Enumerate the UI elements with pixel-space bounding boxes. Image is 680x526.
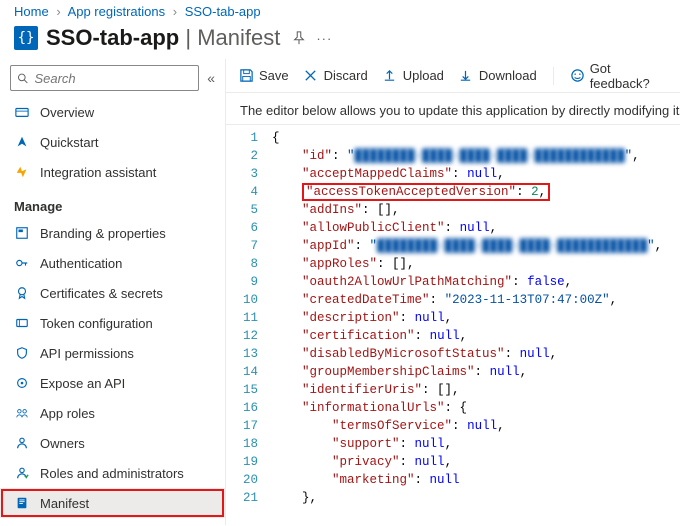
apiperm-icon xyxy=(14,345,30,361)
toolbar-label: Save xyxy=(259,68,289,83)
sidebar-item-label: Certificates & secrets xyxy=(40,286,163,301)
page-subtitle: | xyxy=(179,25,197,51)
sidebar-item-quickstart[interactable]: Quickstart xyxy=(0,127,225,157)
sidebar-item-overview[interactable]: Overview xyxy=(0,97,225,127)
branding-icon xyxy=(14,225,30,241)
feedback-icon xyxy=(570,68,585,84)
overview-icon xyxy=(14,104,30,120)
breadcrumb-home[interactable]: Home xyxy=(14,4,49,19)
sidebar-item-label: Roles and administrators xyxy=(40,466,184,481)
toolbar: Save Discard Upload Download Got feedbac… xyxy=(226,59,680,93)
sidebar-item-label: Expose an API xyxy=(40,376,125,391)
sidebar-item-tokenconf[interactable]: Token configuration xyxy=(0,308,225,338)
quickstart-icon xyxy=(14,134,30,150)
upload-button[interactable]: Upload xyxy=(382,68,444,84)
discard-icon xyxy=(303,68,319,84)
toolbar-label: Upload xyxy=(403,68,444,83)
collapse-sidebar-icon[interactable]: « xyxy=(207,70,215,86)
save-icon xyxy=(238,68,254,84)
certs-icon xyxy=(14,285,30,301)
token-icon xyxy=(14,315,30,331)
sidebar-item-label: Branding & properties xyxy=(40,226,166,241)
discard-button[interactable]: Discard xyxy=(303,68,368,84)
code-area[interactable]: { "id": "████████-████-████-████-███████… xyxy=(268,125,680,525)
sidebar-item-branding[interactable]: Branding & properties xyxy=(0,218,225,248)
editor-description: The editor below allows you to update th… xyxy=(226,93,680,124)
toolbar-label: Discard xyxy=(324,68,368,83)
page-title: SSO-tab-app xyxy=(46,25,179,51)
sidebar-item-label: Integration assistant xyxy=(40,165,156,180)
sidebar-item-certs[interactable]: Certificates & secrets xyxy=(0,278,225,308)
sidebar-item-owners[interactable]: Owners xyxy=(0,428,225,458)
approles-icon xyxy=(14,405,30,421)
breadcrumb-app[interactable]: SSO-tab-app xyxy=(185,4,261,19)
manifest-icon xyxy=(14,495,30,511)
json-editor[interactable]: 123456789101112131415161718192021 { "id"… xyxy=(226,124,680,525)
sidebar: « Overview Quickstart Integration assist… xyxy=(0,59,226,525)
content-area: Save Discard Upload Download Got feedbac… xyxy=(226,59,680,525)
upload-icon xyxy=(382,68,398,84)
page-subtitle-text: Manifest xyxy=(197,25,280,51)
exposeapi-icon xyxy=(14,375,30,391)
download-icon xyxy=(458,68,474,84)
feedback-button[interactable]: Got feedback? xyxy=(570,61,668,91)
sidebar-item-exposeapi[interactable]: Expose an API xyxy=(0,368,225,398)
sidebar-item-apiperm[interactable]: API permissions xyxy=(0,338,225,368)
rolesadmins-icon xyxy=(14,465,30,481)
sidebar-item-label: Manifest xyxy=(40,496,89,511)
search-input[interactable] xyxy=(32,70,192,87)
integration-icon xyxy=(14,164,30,180)
breadcrumb-appreg[interactable]: App registrations xyxy=(68,4,166,19)
owners-icon xyxy=(14,435,30,451)
toolbar-separator xyxy=(553,67,554,85)
sidebar-item-label: Overview xyxy=(40,105,94,120)
sidebar-item-approles[interactable]: App roles xyxy=(0,398,225,428)
download-button[interactable]: Download xyxy=(458,68,537,84)
sidebar-item-label: Authentication xyxy=(40,256,122,271)
sidebar-item-label: API permissions xyxy=(40,346,134,361)
sidebar-item-rolesadmins[interactable]: Roles and administrators xyxy=(0,458,225,488)
auth-icon xyxy=(14,255,30,271)
chevron-right-icon: › xyxy=(173,4,177,19)
line-number-gutter: 123456789101112131415161718192021 xyxy=(226,125,268,525)
search-icon xyxy=(17,72,29,85)
sidebar-item-integration[interactable]: Integration assistant xyxy=(0,157,225,187)
page-header: {} SSO-tab-app | Manifest ··· xyxy=(0,19,680,59)
search-input-wrapper[interactable] xyxy=(10,65,199,91)
sidebar-item-manifest[interactable]: Manifest xyxy=(0,488,225,518)
pin-icon[interactable] xyxy=(292,31,306,45)
sidebar-item-label: Token configuration xyxy=(40,316,153,331)
more-icon[interactable]: ··· xyxy=(316,31,332,46)
sidebar-section-manage: Manage xyxy=(0,187,225,218)
sidebar-item-label: Owners xyxy=(40,436,85,451)
sidebar-item-label: Quickstart xyxy=(40,135,99,150)
save-button[interactable]: Save xyxy=(238,68,289,84)
sidebar-item-authentication[interactable]: Authentication xyxy=(0,248,225,278)
toolbar-label: Got feedback? xyxy=(590,61,668,91)
sidebar-item-label: App roles xyxy=(40,406,95,421)
toolbar-label: Download xyxy=(479,68,537,83)
app-icon: {} xyxy=(14,26,38,50)
chevron-right-icon: › xyxy=(56,4,60,19)
breadcrumb: Home › App registrations › SSO-tab-app xyxy=(0,0,680,19)
